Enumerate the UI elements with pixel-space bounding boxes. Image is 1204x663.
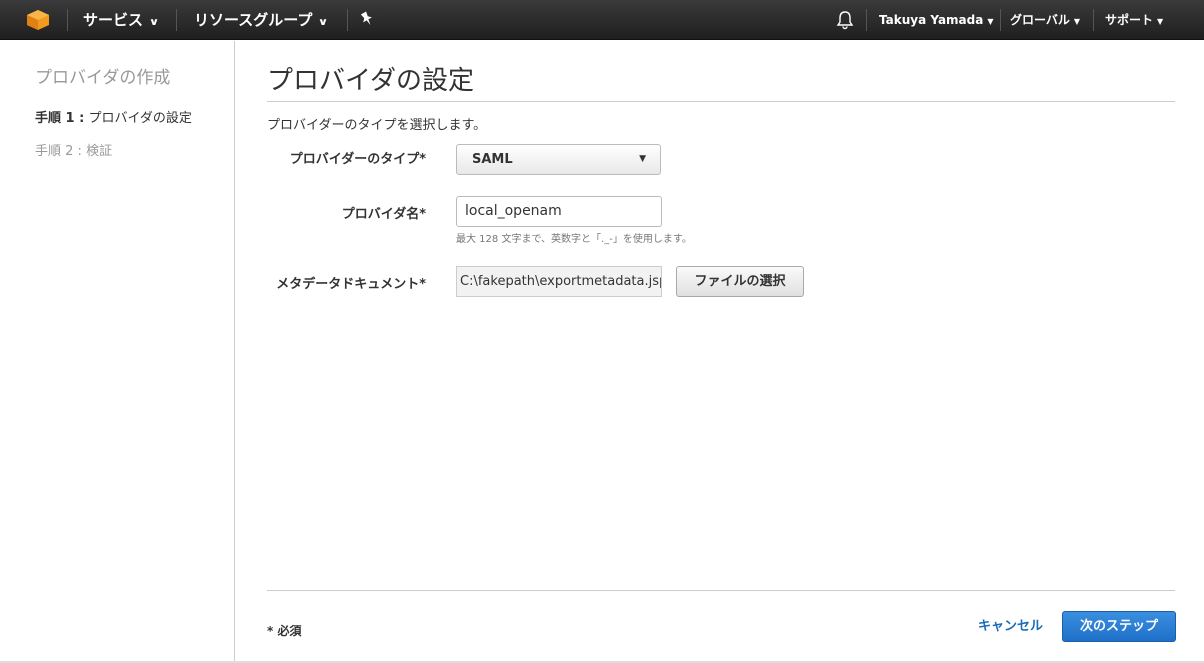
title-divider <box>267 101 1175 102</box>
user-menu[interactable]: Takuya Yamada ▼ <box>879 0 994 40</box>
nav-divider <box>1000 9 1001 31</box>
step-label: プロバイダの設定 <box>88 111 192 126</box>
bell-icon[interactable] <box>836 10 854 30</box>
nav-divider <box>866 9 867 31</box>
cancel-link[interactable]: キャンセル <box>978 615 1043 634</box>
provider-type-label: プロバイダーのタイプ* <box>289 152 426 167</box>
resource-groups-menu[interactable]: リソースグループ ∨ <box>194 0 329 40</box>
support-label: サポート <box>1105 13 1154 27</box>
step-prefix: 手順 2 : <box>35 144 82 159</box>
metadata-document-label: メタデータドキュメント* <box>276 277 426 292</box>
caret-down-icon: ▼ <box>1157 17 1164 26</box>
provider-name-hint: 最大 128 文字まで、英数字と「._-」を使用します。 <box>456 234 692 245</box>
wizard-title: プロバイダの作成 <box>35 68 171 88</box>
aws-cube-icon[interactable] <box>26 9 50 31</box>
nav-divider <box>67 9 68 31</box>
region-label: グローバル <box>1010 13 1070 27</box>
required-note: * 必須 <box>267 624 302 638</box>
provider-type-value: SAML <box>472 152 513 167</box>
page-description: プロバイダーのタイプを選択します。 <box>267 118 487 133</box>
wizard-step-2: 手順 2 : 検証 <box>35 140 112 159</box>
page-title: プロバイダの設定 <box>267 66 474 96</box>
user-name: Takuya Yamada <box>879 13 984 27</box>
caret-down-icon: ▼ <box>987 17 994 26</box>
services-menu[interactable]: サービス ∨ <box>83 0 160 40</box>
top-navigation-bar: サービス ∨ リソースグループ ∨ Takuya Yamada ▼ グローバル ▼ サポ… <box>0 0 1204 40</box>
metadata-file-path: C:\fakepath\exportmetadata.jsp <box>456 266 662 297</box>
step-prefix: 手順 1 : <box>35 111 85 126</box>
chevron-down-icon: ∨ <box>318 17 329 28</box>
nav-divider <box>1093 9 1094 31</box>
wizard-step-1[interactable]: 手順 1 : プロバイダの設定 <box>35 107 192 126</box>
wizard-sidebar: プロバイダの作成 手順 1 : プロバイダの設定 手順 2 : 検証 <box>0 41 235 663</box>
footer-divider <box>267 590 1175 591</box>
region-menu[interactable]: グローバル ▼ <box>1010 0 1080 40</box>
provider-name-input[interactable]: local_openam <box>456 196 662 227</box>
support-menu[interactable]: サポート ▼ <box>1105 0 1163 40</box>
caret-down-icon: ▼ <box>639 154 646 164</box>
provider-type-select[interactable]: SAML ▼ <box>456 144 661 175</box>
next-step-button[interactable]: 次のステップ <box>1062 611 1176 642</box>
pin-icon[interactable] <box>360 10 374 28</box>
caret-down-icon: ▼ <box>1073 17 1081 26</box>
choose-file-button[interactable]: ファイルの選択 <box>676 266 804 297</box>
resource-groups-label: リソースグループ <box>194 11 313 29</box>
provider-name-label: プロバイダ名* <box>341 207 426 222</box>
nav-divider <box>347 9 348 31</box>
step-label: 検証 <box>86 144 113 159</box>
services-label: サービス <box>83 11 144 29</box>
nav-divider <box>176 9 177 31</box>
chevron-down-icon: ∨ <box>148 17 160 28</box>
